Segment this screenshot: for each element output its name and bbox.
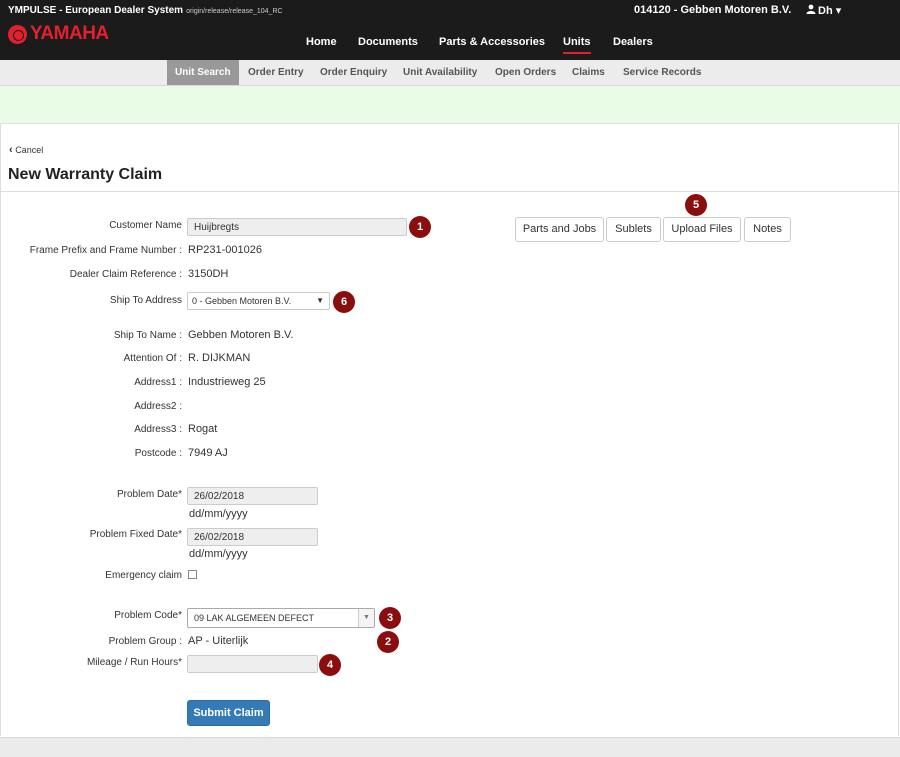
mileage-input[interactable] (187, 655, 318, 673)
problem-group-label: Problem Group : (108, 636, 182, 647)
problem-fixed-date-hint: dd/mm/yyyy (189, 548, 248, 560)
dealer-ref-value: 3150DH (188, 268, 229, 280)
annotation-badge-6: 6 (333, 291, 355, 313)
nav-units[interactable]: Units (563, 36, 591, 54)
submit-claim-button[interactable]: Submit Claim (187, 700, 270, 726)
problem-group-value: AP - Uiterlijk (188, 635, 249, 647)
parts-and-jobs-button[interactable]: Parts and Jobs (515, 217, 604, 242)
cancel-label: Cancel (15, 145, 44, 155)
problem-date-label: Problem Date* (116, 489, 182, 500)
app-branch: origin/release/release_104_RC (186, 8, 283, 15)
upload-files-button[interactable]: Upload Files (663, 217, 741, 242)
user-name: Dh (818, 5, 833, 17)
attention-of-label: Attention Of : (123, 353, 182, 364)
footer (0, 737, 900, 757)
annotation-badge-1: 1 (409, 216, 431, 238)
nav-parts-accessories[interactable]: Parts & Accessories (439, 36, 545, 48)
ship-to-name-label: Ship To Name : (113, 330, 182, 341)
emergency-claim-checkbox[interactable] (188, 570, 197, 579)
page-title: New Warranty Claim (8, 166, 163, 183)
problem-fixed-date-label: Problem Fixed Date* (89, 529, 182, 540)
customer-name-label: Customer Name (109, 220, 182, 231)
mileage-label: Mileage / Run Hours* (86, 657, 182, 668)
dealer-ref-label: Dealer Claim Reference : (69, 269, 182, 280)
cancel-link[interactable]: ‹ Cancel (9, 144, 43, 156)
frame-value: RP231-001026 (188, 244, 263, 256)
alert-bar (0, 86, 900, 124)
ship-to-address-select[interactable]: 0 - Gebben Motoren B.V. ▼ (187, 292, 330, 310)
emergency-claim-label: Emergency claim (105, 570, 182, 581)
problem-date-hint: dd/mm/yyyy (189, 508, 248, 520)
address2-label: Address2 : (134, 401, 182, 412)
ship-to-address-value: 0 - Gebben Motoren B.V. (192, 296, 292, 306)
divider (0, 191, 900, 192)
address1-value: Industrieweg 25 (188, 376, 266, 388)
address3-label: Address3 : (134, 424, 182, 435)
address1-label: Address1 : (134, 377, 182, 388)
app-title-text: YMPULSE - European Dealer System (8, 5, 184, 16)
annotation-badge-4: 4 (319, 654, 341, 676)
sublets-button[interactable]: Sublets (606, 217, 661, 242)
chevron-down-icon: ▾ (835, 5, 842, 17)
subnav-open-orders[interactable]: Open Orders (495, 60, 556, 85)
dealer-name: 014120 - Gebben Motoren B.V. (634, 4, 792, 16)
nav-documents[interactable]: Documents (358, 36, 418, 48)
attention-of-value: R. DIJKMAN (188, 352, 251, 364)
top-bar: YMPULSE - European Dealer System origin/r… (0, 0, 900, 60)
subnav-order-enquiry[interactable]: Order Enquiry (320, 60, 387, 85)
problem-code-value: 09 LAK ALGEMEEN DEFECT (194, 613, 315, 623)
dropdown-arrow-icon: ▼ (358, 609, 374, 627)
customer-name-input[interactable]: Huijbregts (187, 218, 407, 236)
frame-label: Frame Prefix and Frame Number : (29, 245, 182, 256)
address3-value: Rogat (188, 423, 218, 435)
app-title: YMPULSE - European Dealer System origin/r… (8, 5, 283, 16)
nav-home[interactable]: Home (306, 36, 337, 48)
logo-text: YAMAHA (30, 23, 109, 44)
subnav-unit-availability[interactable]: Unit Availability (403, 60, 477, 85)
chevron-left-icon: ‹ (9, 144, 13, 156)
problem-fixed-date-input[interactable]: 26/02/2018 (187, 528, 318, 546)
postcode-label: Postcode : (134, 448, 182, 459)
problem-code-select[interactable]: 09 LAK ALGEMEEN DEFECT ▼ (187, 608, 375, 628)
annotation-badge-5: 5 (685, 194, 707, 216)
postcode-value: 7949 AJ (188, 447, 228, 459)
notes-button[interactable]: Notes (744, 217, 791, 242)
annotation-badge-2: 2 (377, 631, 399, 653)
content-border-left (0, 124, 1, 736)
problem-code-label: Problem Code* (114, 610, 182, 621)
sub-nav: Unit Search Order Entry Order Enquiry Un… (0, 60, 900, 86)
subnav-order-entry[interactable]: Order Entry (248, 60, 304, 85)
tuning-fork-logo-icon (8, 24, 27, 44)
subnav-claims[interactable]: Claims (572, 60, 605, 85)
subnav-unit-search[interactable]: Unit Search (167, 60, 239, 85)
ship-to-address-label: Ship To Address (109, 295, 182, 306)
yamaha-logo[interactable]: YAMAHA (8, 23, 109, 45)
annotation-badge-3: 3 (379, 607, 401, 629)
problem-date-input[interactable]: 26/02/2018 (187, 487, 318, 505)
nav-dealers[interactable]: Dealers (613, 36, 653, 48)
subnav-service-records[interactable]: Service Records (623, 60, 701, 85)
dropdown-arrow-icon: ▼ (316, 296, 324, 305)
user-icon (806, 4, 816, 14)
ship-to-name-value: Gebben Motoren B.V. (188, 329, 294, 341)
user-menu[interactable]: Dh ▾ (806, 4, 841, 17)
content-border-right (898, 124, 899, 736)
